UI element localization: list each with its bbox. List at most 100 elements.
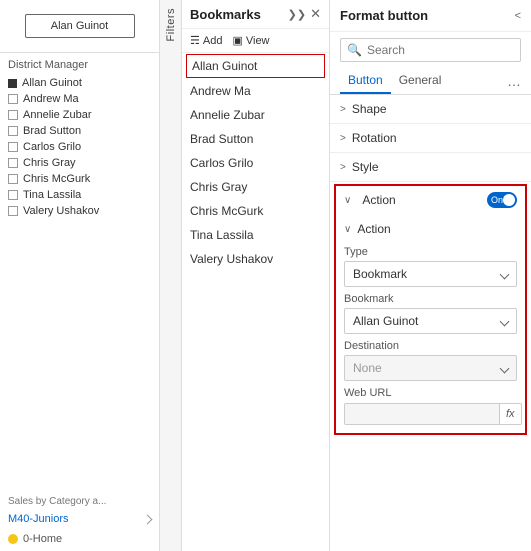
district-manager-title: District Manager (8, 59, 151, 71)
right-panel: Format button < 🔍 Button General … > Sha… (330, 0, 531, 551)
close-icon[interactable]: ✕ (310, 6, 321, 22)
filters-tab[interactable]: Filters (160, 0, 182, 551)
checkbox-icon[interactable] (8, 110, 18, 120)
bookmark-select[interactable]: Allan Guinot (344, 308, 517, 334)
checkbox-icon[interactable] (8, 142, 18, 152)
dm-item[interactable]: Carlos Grilo (8, 139, 151, 155)
bookmark-item[interactable]: Chris Gray (182, 175, 329, 199)
bookmarks-header: Bookmarks ❯❯ ✕ (182, 0, 329, 29)
destination-label: Destination (344, 340, 517, 352)
tabs-row: Button General … (330, 68, 531, 95)
tab-general[interactable]: General (391, 68, 450, 94)
add-button[interactable]: ☴ Add (190, 34, 222, 47)
tab-more-icon[interactable]: … (507, 73, 521, 89)
district-manager-section: District Manager Allan GuinotAndrew MaAn… (0, 53, 159, 225)
bookmarks-controls: ❯❯ ✕ (288, 6, 321, 22)
checkbox-icon[interactable] (8, 174, 18, 184)
weburl-input[interactable] (344, 403, 500, 425)
type-value: Bookmark (353, 267, 407, 281)
left-panel: Alan Guinot District Manager Allan Guino… (0, 0, 160, 551)
bookmark-item[interactable]: Brad Sutton (182, 127, 329, 151)
destination-section: Destination None (344, 340, 517, 381)
bookmark-item[interactable]: Chris McGurk (182, 199, 329, 223)
chevron-style-icon: > (340, 162, 346, 173)
action-title-group: ∨ Action (344, 193, 396, 207)
checkbox-icon[interactable] (8, 94, 18, 104)
chevron-left-icon[interactable]: < (515, 10, 521, 22)
dm-item[interactable]: Allan Guinot (8, 75, 151, 91)
bookmarks-content: Bookmarks ❯❯ ✕ ☴ Add ▣ View Allan Guinot… (182, 0, 329, 551)
dm-item[interactable]: Tina Lassila (8, 187, 151, 203)
bookmark-item[interactable]: Tina Lassila (182, 223, 329, 247)
checkbox-icon[interactable] (8, 158, 18, 168)
bookmark-item[interactable]: Valery Ushakov (182, 247, 329, 271)
middle-panel: Filters Bookmarks ❯❯ ✕ ☴ Add ▣ View Alla… (160, 0, 330, 551)
type-select[interactable]: Bookmark (344, 261, 517, 287)
chevron-sub-action-icon: ∨ (344, 224, 351, 235)
bookmark-item[interactable]: Carlos Grilo (182, 151, 329, 175)
filled-icon (8, 79, 17, 88)
alan-guinot-button[interactable]: Alan Guinot (25, 14, 135, 38)
view-button[interactable]: ▣ View (232, 34, 269, 47)
dm-item[interactable]: Andrew Ma (8, 91, 151, 107)
yellow-dot-icon (8, 534, 18, 544)
dm-item[interactable]: Brad Sutton (8, 123, 151, 139)
dm-item[interactable]: Chris McGurk (8, 171, 151, 187)
action-section: ∨ Action On ∨ Action Type Bookmark Bookm… (334, 184, 527, 435)
u-home-label: 0-Home (23, 533, 62, 545)
dm-item[interactable]: Annelie Zubar (8, 107, 151, 123)
checkbox-icon[interactable] (8, 190, 18, 200)
search-input[interactable] (367, 43, 514, 57)
dm-item[interactable]: Chris Gray (8, 155, 151, 171)
add-label: Add (203, 35, 223, 47)
dm-item[interactable]: Valery Ushakov (8, 203, 151, 219)
destination-select[interactable]: None (344, 355, 517, 381)
rotation-section[interactable]: > Rotation (330, 124, 531, 153)
toggle-label: On (491, 195, 503, 205)
left-bottom: Sales by Category a... M40-Juniors 0-Hom… (0, 490, 159, 551)
fx-button[interactable]: fx (500, 403, 522, 425)
weburl-row: fx (344, 403, 517, 425)
sub-action-header[interactable]: ∨ Action (344, 218, 517, 240)
bookmarks-title: Bookmarks (190, 7, 261, 22)
chevron-right-icon (143, 514, 153, 524)
add-icon: ☴ (190, 34, 200, 47)
tab-button[interactable]: Button (340, 68, 391, 94)
shape-label: Shape (352, 102, 387, 116)
rotation-label: Rotation (352, 131, 397, 145)
weburl-label: Web URL (344, 387, 517, 399)
style-label: Style (352, 160, 379, 174)
type-label: Type (344, 246, 517, 258)
action-label: Action (362, 193, 395, 207)
search-icon: 🔍 (347, 43, 362, 57)
format-button-title: Format button (340, 8, 428, 23)
u-home: 0-Home (8, 533, 151, 545)
action-toggle[interactable]: On (487, 192, 517, 208)
bookmark-item[interactable]: Annelie Zubar (182, 103, 329, 127)
header-icons: < (515, 10, 521, 22)
bookmark-label: Bookmark (344, 293, 517, 305)
bookmark-item[interactable]: Allan Guinot (186, 54, 325, 78)
filters-label: Filters (165, 8, 177, 41)
style-section[interactable]: > Style (330, 153, 531, 182)
chevron-rotation-icon: > (340, 133, 346, 144)
checkbox-icon[interactable] (8, 206, 18, 216)
chevron-action-icon: ∨ (344, 195, 351, 206)
action-section-header: ∨ Action On (336, 186, 525, 214)
search-box: 🔍 (340, 38, 521, 62)
checkbox-icon[interactable] (8, 126, 18, 136)
expand-icon[interactable]: ❯❯ (288, 8, 306, 21)
action-body: ∨ Action Type Bookmark Bookmark Allan Gu… (336, 214, 525, 433)
shape-section[interactable]: > Shape (330, 95, 531, 124)
bookmark-item[interactable]: Andrew Ma (182, 79, 329, 103)
view-label: View (246, 35, 270, 47)
destination-value: None (353, 361, 382, 375)
bookmark-value: Allan Guinot (353, 314, 418, 328)
view-icon: ▣ (232, 34, 242, 47)
type-chevron-icon (500, 269, 510, 279)
destination-chevron-icon (500, 363, 510, 373)
sub-action-label: Action (357, 222, 390, 236)
bookmarks-actions: ☴ Add ▣ View (182, 29, 329, 53)
m40-item[interactable]: M40-Juniors (8, 513, 151, 525)
sales-text: Sales by Category a... (8, 496, 151, 507)
